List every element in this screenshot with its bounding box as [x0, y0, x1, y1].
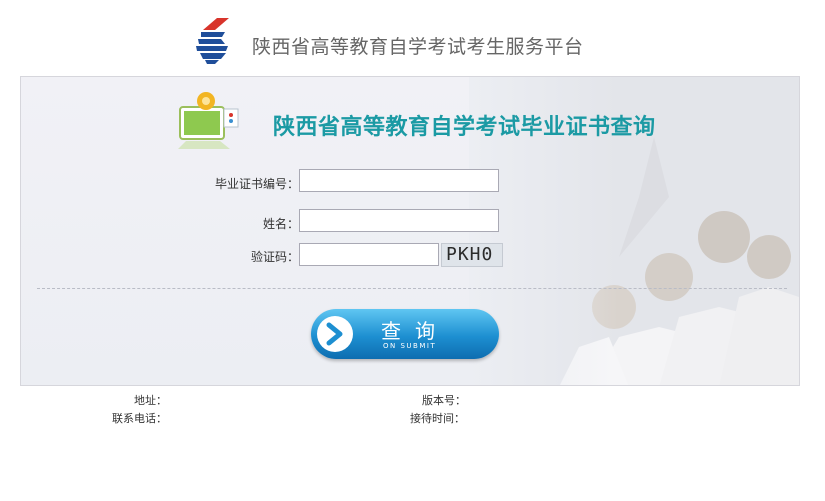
exam-logo-icon	[196, 18, 229, 64]
phone-label: 联系电话：	[112, 412, 167, 425]
captcha-label: 验证码：	[250, 250, 299, 264]
version-label: 版本号：	[422, 394, 466, 407]
reception-hours-label: 接待时间：	[410, 412, 465, 425]
name-label: 姓名：	[262, 217, 299, 231]
query-panel: 陕西省高等教育自学考试毕业证书查询 毕业证书编号： 姓名： 验证码： PKH0 …	[20, 76, 800, 386]
name-input[interactable]	[299, 209, 499, 232]
query-submit-button[interactable]: 查询 ON SUBMIT	[311, 309, 501, 361]
query-button-label: 查询	[381, 319, 449, 343]
certificate-number-label: 毕业证书编号：	[214, 177, 299, 191]
arrow-right-icon	[326, 322, 343, 346]
header: 陕西省高等教育自学考试考生服务平台	[0, 0, 825, 75]
captcha-input[interactable]	[299, 243, 439, 266]
certificate-number-input[interactable]	[299, 169, 499, 192]
query-button-sublabel: ON SUBMIT	[383, 342, 437, 350]
site-title: 陕西省高等教育自学考试考生服务平台	[252, 36, 584, 58]
query-title: 陕西省高等教育自学考试毕业证书查询	[273, 115, 656, 140]
computer-illustration-icon	[178, 92, 239, 149]
divider	[37, 288, 787, 289]
address-label: 地址：	[134, 394, 167, 407]
captcha-image[interactable]: PKH0	[441, 243, 503, 267]
